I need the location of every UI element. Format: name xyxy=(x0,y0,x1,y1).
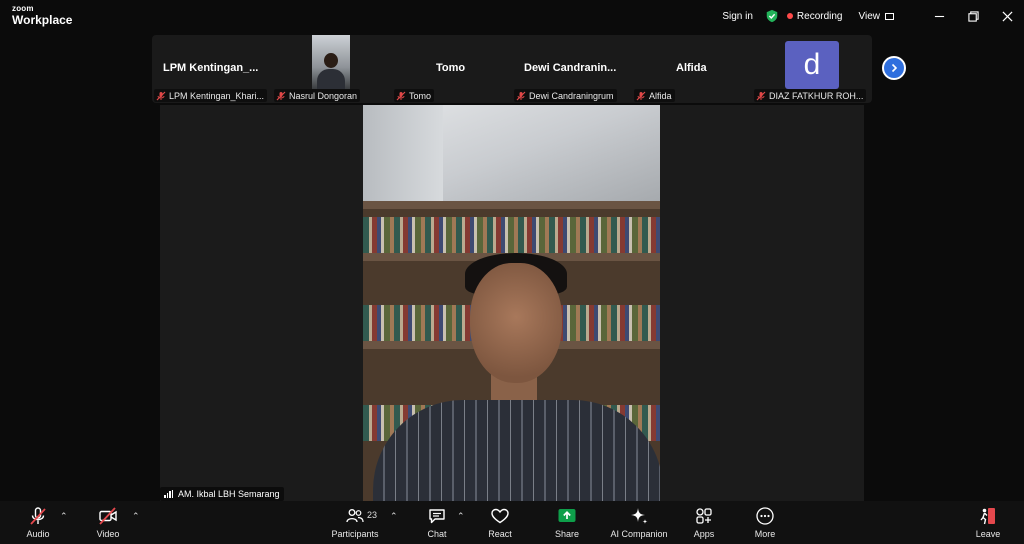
participant-strip: LPM Kentingan_... LPM Kentingan_Khari...… xyxy=(152,35,872,103)
mic-muted-icon xyxy=(516,91,526,100)
participant-name: DIAZ FATKHUR ROH... xyxy=(769,90,864,101)
speaker-name: AM. Ikbal LBH Semarang xyxy=(178,489,280,499)
meeting-area: LPM Kentingan_... LPM Kentingan_Khari...… xyxy=(0,32,1024,501)
participant-name-tag: Tomo xyxy=(394,89,435,102)
leave-label: Leave xyxy=(975,529,1001,539)
share-button[interactable]: Share xyxy=(537,506,597,539)
apps-label: Apps xyxy=(693,529,715,539)
video-options-caret-icon[interactable]: ⌃ xyxy=(132,511,140,522)
participant-name: Dewi Candraningrum xyxy=(529,90,614,101)
participant-tile[interactable]: LPM Kentingan_... LPM Kentingan_Khari... xyxy=(152,35,270,103)
title-bar: zoom Workplace Sign in Recording View xyxy=(0,0,1024,32)
shield-check-icon[interactable] xyxy=(765,9,779,23)
sparkle-icon xyxy=(631,508,648,524)
participant-big-name: Dewi Candranin... xyxy=(524,62,617,74)
more-icon xyxy=(756,507,774,525)
restore-icon xyxy=(967,10,979,22)
participant-name: Nasrul Dongoran xyxy=(289,90,358,101)
participants-options-caret-icon[interactable]: ⌃ xyxy=(390,511,398,522)
heart-icon xyxy=(491,508,509,524)
react-button[interactable]: React xyxy=(470,506,530,539)
brand-big: Workplace xyxy=(12,13,73,27)
sign-in-link[interactable]: Sign in xyxy=(722,11,753,22)
participant-name: LPM Kentingan_Khari... xyxy=(169,90,265,101)
participant-name: Tomo xyxy=(409,90,432,101)
avatar: d xyxy=(785,41,839,89)
participant-video-thumbnail xyxy=(312,35,350,89)
video-label: Video xyxy=(96,529,120,539)
participant-name-tag: Nasrul Dongoran xyxy=(274,89,361,102)
participant-name-tag: LPM Kentingan_Khari... xyxy=(154,89,268,102)
brand-small: zoom xyxy=(12,4,34,13)
mic-muted-icon xyxy=(756,91,766,100)
active-speaker-video[interactable] xyxy=(363,105,660,501)
video-off-icon xyxy=(99,507,117,525)
chat-icon xyxy=(429,509,445,524)
participant-tile[interactable]: Tomo Tomo xyxy=(392,35,510,103)
apps-button[interactable]: Apps xyxy=(674,506,734,539)
signal-bars-icon xyxy=(164,490,174,498)
participants-count: 23 xyxy=(367,510,378,520)
recording-label: Recording xyxy=(796,10,843,22)
more-label: More xyxy=(754,529,776,539)
next-page-button[interactable] xyxy=(882,56,906,80)
share-screen-icon xyxy=(558,509,576,522)
participant-name: Alfida xyxy=(649,90,672,101)
zoom-logo: zoom Workplace xyxy=(12,4,73,27)
participant-tile[interactable]: Nasrul Dongoran xyxy=(272,35,390,103)
close-button[interactable] xyxy=(990,0,1024,32)
grid-view-icon xyxy=(885,12,894,20)
participant-tile[interactable]: d DIAZ FATKHUR ROH... xyxy=(752,35,872,103)
restore-button[interactable] xyxy=(956,0,990,32)
mic-muted-icon xyxy=(30,507,46,525)
participant-name-tag: Alfida xyxy=(634,89,675,102)
participants-label: Participants xyxy=(331,529,379,539)
close-icon xyxy=(1001,10,1013,22)
participant-name-tag: DIAZ FATKHUR ROH... xyxy=(754,89,867,102)
participant-name-tag: Dewi Candraningrum xyxy=(514,89,617,102)
audio-options-caret-icon[interactable]: ⌃ xyxy=(60,511,68,522)
recording-indicator[interactable]: Recording xyxy=(786,10,843,22)
chevron-right-icon xyxy=(891,63,898,73)
participant-big-name: LPM Kentingan_... xyxy=(163,62,259,74)
share-label: Share xyxy=(554,529,580,539)
mic-muted-icon xyxy=(396,91,406,100)
ai-companion-label: AI Companion xyxy=(610,529,668,539)
mic-muted-icon xyxy=(636,91,646,100)
chat-options-caret-icon[interactable]: ⌃ xyxy=(457,511,465,522)
apps-icon xyxy=(696,508,712,524)
chat-label: Chat xyxy=(427,529,447,539)
minimize-button[interactable] xyxy=(922,0,956,32)
participants-icon xyxy=(346,509,364,523)
mic-muted-icon xyxy=(156,91,166,100)
participant-tile[interactable]: Alfida Alfida xyxy=(632,35,750,103)
mic-muted-icon xyxy=(276,91,286,100)
leave-button[interactable]: Leave xyxy=(958,506,1018,539)
recording-dot-icon xyxy=(786,13,793,19)
leave-icon xyxy=(980,508,995,525)
speaker-name-tag: AM. Ikbal LBH Semarang xyxy=(160,487,284,501)
view-label: View xyxy=(858,10,881,22)
ai-companion-button[interactable]: AI Companion xyxy=(609,506,669,539)
meeting-controls: Audio ⌃ Video ⌃ Participants 23 ⌃ Chat ⌃… xyxy=(0,501,1024,544)
participant-big-name: Alfida xyxy=(676,62,707,74)
participant-big-name: Tomo xyxy=(436,62,466,74)
react-label: React xyxy=(488,529,512,539)
more-button[interactable]: More xyxy=(735,506,795,539)
audio-button[interactable]: Audio xyxy=(8,506,68,539)
minimize-icon xyxy=(934,15,944,17)
video-button[interactable]: Video xyxy=(78,506,138,539)
audio-label: Audio xyxy=(26,529,50,539)
view-button[interactable]: View xyxy=(858,10,894,22)
participant-tile[interactable]: Dewi Candranin... Dewi Candraningrum xyxy=(512,35,630,103)
